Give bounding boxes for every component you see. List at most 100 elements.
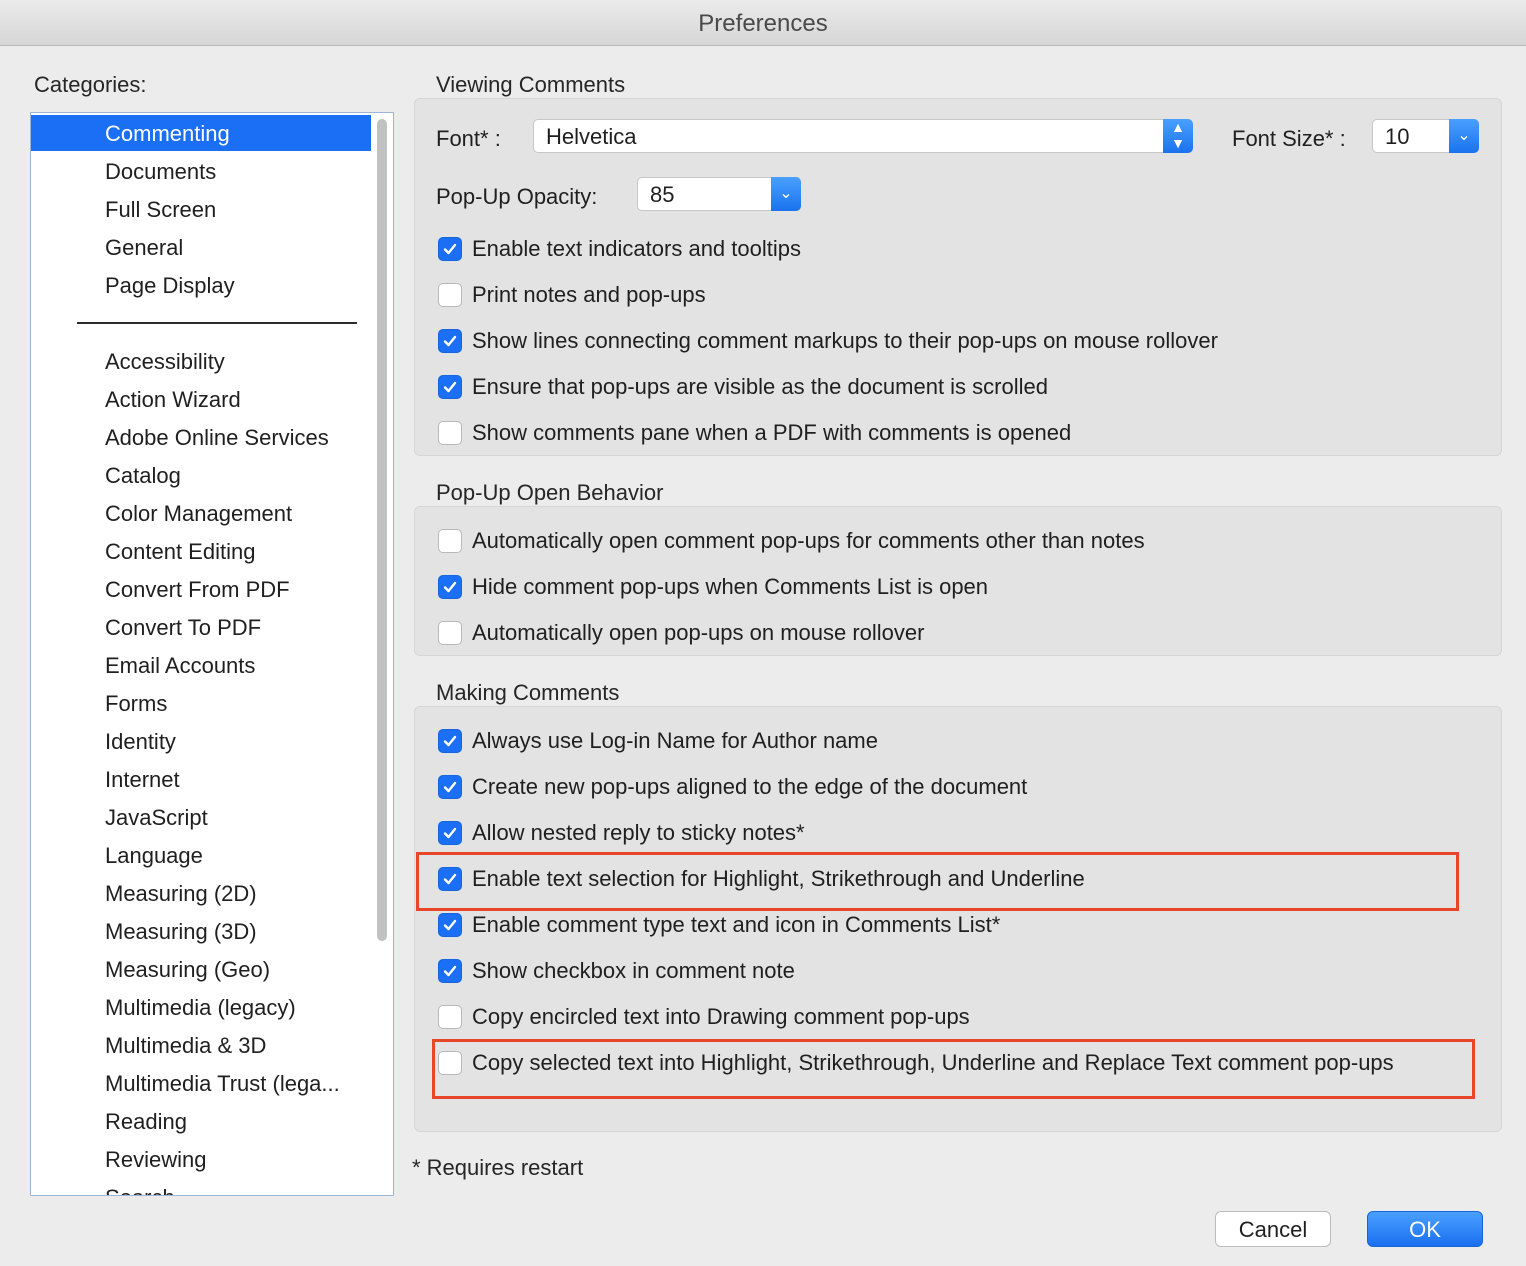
- category-item[interactable]: Search: [31, 1179, 371, 1195]
- category-item[interactable]: Catalog: [31, 457, 371, 493]
- category-item[interactable]: Email Accounts: [31, 647, 371, 683]
- category-item[interactable]: Identity: [31, 723, 371, 759]
- checkbox-checked[interactable]: [438, 913, 462, 937]
- checkbox-row[interactable]: Enable text indicators and tooltips: [438, 234, 801, 264]
- checkbox-unchecked[interactable]: [438, 529, 462, 553]
- category-item[interactable]: Measuring (3D): [31, 913, 371, 949]
- checkbox-row[interactable]: Print notes and pop-ups: [438, 280, 706, 310]
- categories-divider: [77, 322, 357, 324]
- chevron-down-icon: ⌄: [771, 177, 801, 211]
- requires-restart-note: * Requires restart: [412, 1155, 584, 1180]
- category-item[interactable]: Convert From PDF: [31, 571, 371, 607]
- category-item[interactable]: Action Wizard: [31, 381, 371, 417]
- categories-label: Categories:: [34, 72, 147, 97]
- updown-icon: ▲ ▼: [1163, 119, 1193, 153]
- checkbox-checked[interactable]: [438, 775, 462, 799]
- category-item[interactable]: Documents: [31, 153, 371, 189]
- annotation-highlight-box: [432, 1039, 1475, 1099]
- font-select[interactable]: Helvetica ▲ ▼: [533, 119, 1193, 153]
- category-item[interactable]: Commenting: [31, 115, 371, 151]
- checkbox-row[interactable]: Show comments pane when a PDF with comme…: [438, 418, 1071, 448]
- checkbox-label: Copy encircled text into Drawing comment…: [472, 1004, 970, 1029]
- checkbox-row[interactable]: Automatically open comment pop-ups for c…: [438, 526, 1145, 556]
- checkbox-label: Print notes and pop-ups: [472, 282, 706, 307]
- checkbox-unchecked[interactable]: [438, 1005, 462, 1029]
- category-item[interactable]: Multimedia Trust (lega...: [31, 1065, 371, 1101]
- checkbox-row[interactable]: Enable comment type text and icon in Com…: [438, 910, 1000, 940]
- checkbox-row[interactable]: Copy encircled text into Drawing comment…: [438, 1002, 970, 1032]
- checkbox-checked[interactable]: [438, 375, 462, 399]
- checkbox-label: Ensure that pop-ups are visible as the d…: [472, 374, 1048, 399]
- checkbox-row[interactable]: Automatically open pop-ups on mouse roll…: [438, 618, 924, 648]
- category-item[interactable]: Content Editing: [31, 533, 371, 569]
- checkbox-label: Always use Log-in Name for Author name: [472, 728, 878, 753]
- checkbox-label: Hide comment pop-ups when Comments List …: [472, 574, 989, 599]
- checkmark-icon: [443, 827, 457, 839]
- ok-button[interactable]: OK: [1367, 1211, 1483, 1247]
- checkbox-row[interactable]: Hide comment pop-ups when Comments List …: [438, 572, 988, 602]
- categories-list[interactable]: Commenting Documents Full Screen General Pag…: [30, 112, 394, 1196]
- font-size-label: Font Size* :: [1232, 126, 1346, 151]
- checkbox-row[interactable]: Show lines connecting comment markups to…: [438, 326, 1218, 356]
- making-comments-title: Making Comments: [436, 680, 620, 705]
- font-label: Font* :: [436, 126, 501, 151]
- checkmark-icon: [443, 335, 457, 347]
- checkbox-row[interactable]: Create new pop-ups aligned to the edge o…: [438, 772, 1027, 802]
- checkmark-icon: [443, 919, 457, 931]
- checkbox-unchecked[interactable]: [438, 283, 462, 307]
- checkbox-checked[interactable]: [438, 821, 462, 845]
- category-item[interactable]: Adobe Online Services: [31, 419, 371, 455]
- font-select-value: Helvetica: [546, 124, 637, 149]
- opacity-label: Pop-Up Opacity:: [436, 184, 598, 209]
- category-item[interactable]: Reading: [31, 1103, 371, 1139]
- category-item[interactable]: Measuring (Geo): [31, 951, 371, 987]
- checkbox-label: Enable comment type text and icon in Com…: [472, 912, 1001, 937]
- categories-scrollbar[interactable]: [377, 119, 387, 941]
- checkmark-icon: [443, 735, 457, 747]
- checkbox-row[interactable]: Ensure that pop-ups are visible as the d…: [438, 372, 1048, 402]
- checkbox-label: Create new pop-ups aligned to the edge o…: [472, 774, 1028, 799]
- category-item[interactable]: Measuring (2D): [31, 875, 371, 911]
- checkbox-checked[interactable]: [438, 329, 462, 353]
- checkbox-unchecked[interactable]: [438, 421, 462, 445]
- checkbox-row[interactable]: Always use Log-in Name for Author name: [438, 726, 878, 756]
- category-item[interactable]: Internet: [31, 761, 371, 797]
- category-item[interactable]: Page Display: [31, 267, 371, 303]
- cancel-button[interactable]: Cancel: [1215, 1211, 1331, 1247]
- annotation-highlight-box: [416, 852, 1459, 911]
- category-item[interactable]: Multimedia & 3D: [31, 1027, 371, 1063]
- checkbox-label: Show checkbox in comment note: [472, 958, 795, 983]
- font-size-value: 10: [1385, 124, 1410, 149]
- font-size-select[interactable]: 10 ⌄: [1372, 119, 1479, 153]
- checkbox-checked[interactable]: [438, 959, 462, 983]
- category-item[interactable]: Convert To PDF: [31, 609, 371, 645]
- category-item[interactable]: General: [31, 229, 371, 265]
- checkbox-label: Allow nested reply to sticky notes*: [472, 820, 805, 845]
- checkbox-label: Show lines connecting comment markups to…: [472, 328, 1218, 353]
- checkmark-icon: [443, 581, 457, 593]
- checkbox-checked[interactable]: [438, 729, 462, 753]
- category-item[interactable]: Language: [31, 837, 371, 873]
- checkbox-label: Enable text indicators and tooltips: [472, 236, 801, 261]
- checkmark-icon: [443, 243, 457, 255]
- checkbox-row[interactable]: Show checkbox in comment note: [438, 956, 795, 986]
- checkmark-icon: [443, 781, 457, 793]
- category-item[interactable]: JavaScript: [31, 799, 371, 835]
- popup-behavior-title: Pop-Up Open Behavior: [436, 480, 664, 505]
- checkbox-label: Automatically open pop-ups on mouse roll…: [472, 620, 925, 645]
- category-item[interactable]: Reviewing: [31, 1141, 371, 1177]
- category-item[interactable]: Full Screen: [31, 191, 371, 227]
- window-title: Preferences: [0, 0, 1526, 46]
- opacity-value: 85: [650, 182, 675, 207]
- checkbox-checked[interactable]: [438, 237, 462, 261]
- viewing-comments-title: Viewing Comments: [436, 72, 626, 97]
- category-item[interactable]: Color Management: [31, 495, 371, 531]
- checkbox-row[interactable]: Allow nested reply to sticky notes*: [438, 818, 805, 848]
- checkbox-unchecked[interactable]: [438, 621, 462, 645]
- category-item[interactable]: Accessibility: [31, 343, 371, 379]
- opacity-select[interactable]: 85 ⌄: [637, 177, 801, 211]
- category-item[interactable]: Multimedia (legacy): [31, 989, 371, 1025]
- checkbox-checked[interactable]: [438, 575, 462, 599]
- category-item[interactable]: Forms: [31, 685, 371, 721]
- checkmark-icon: [443, 381, 457, 393]
